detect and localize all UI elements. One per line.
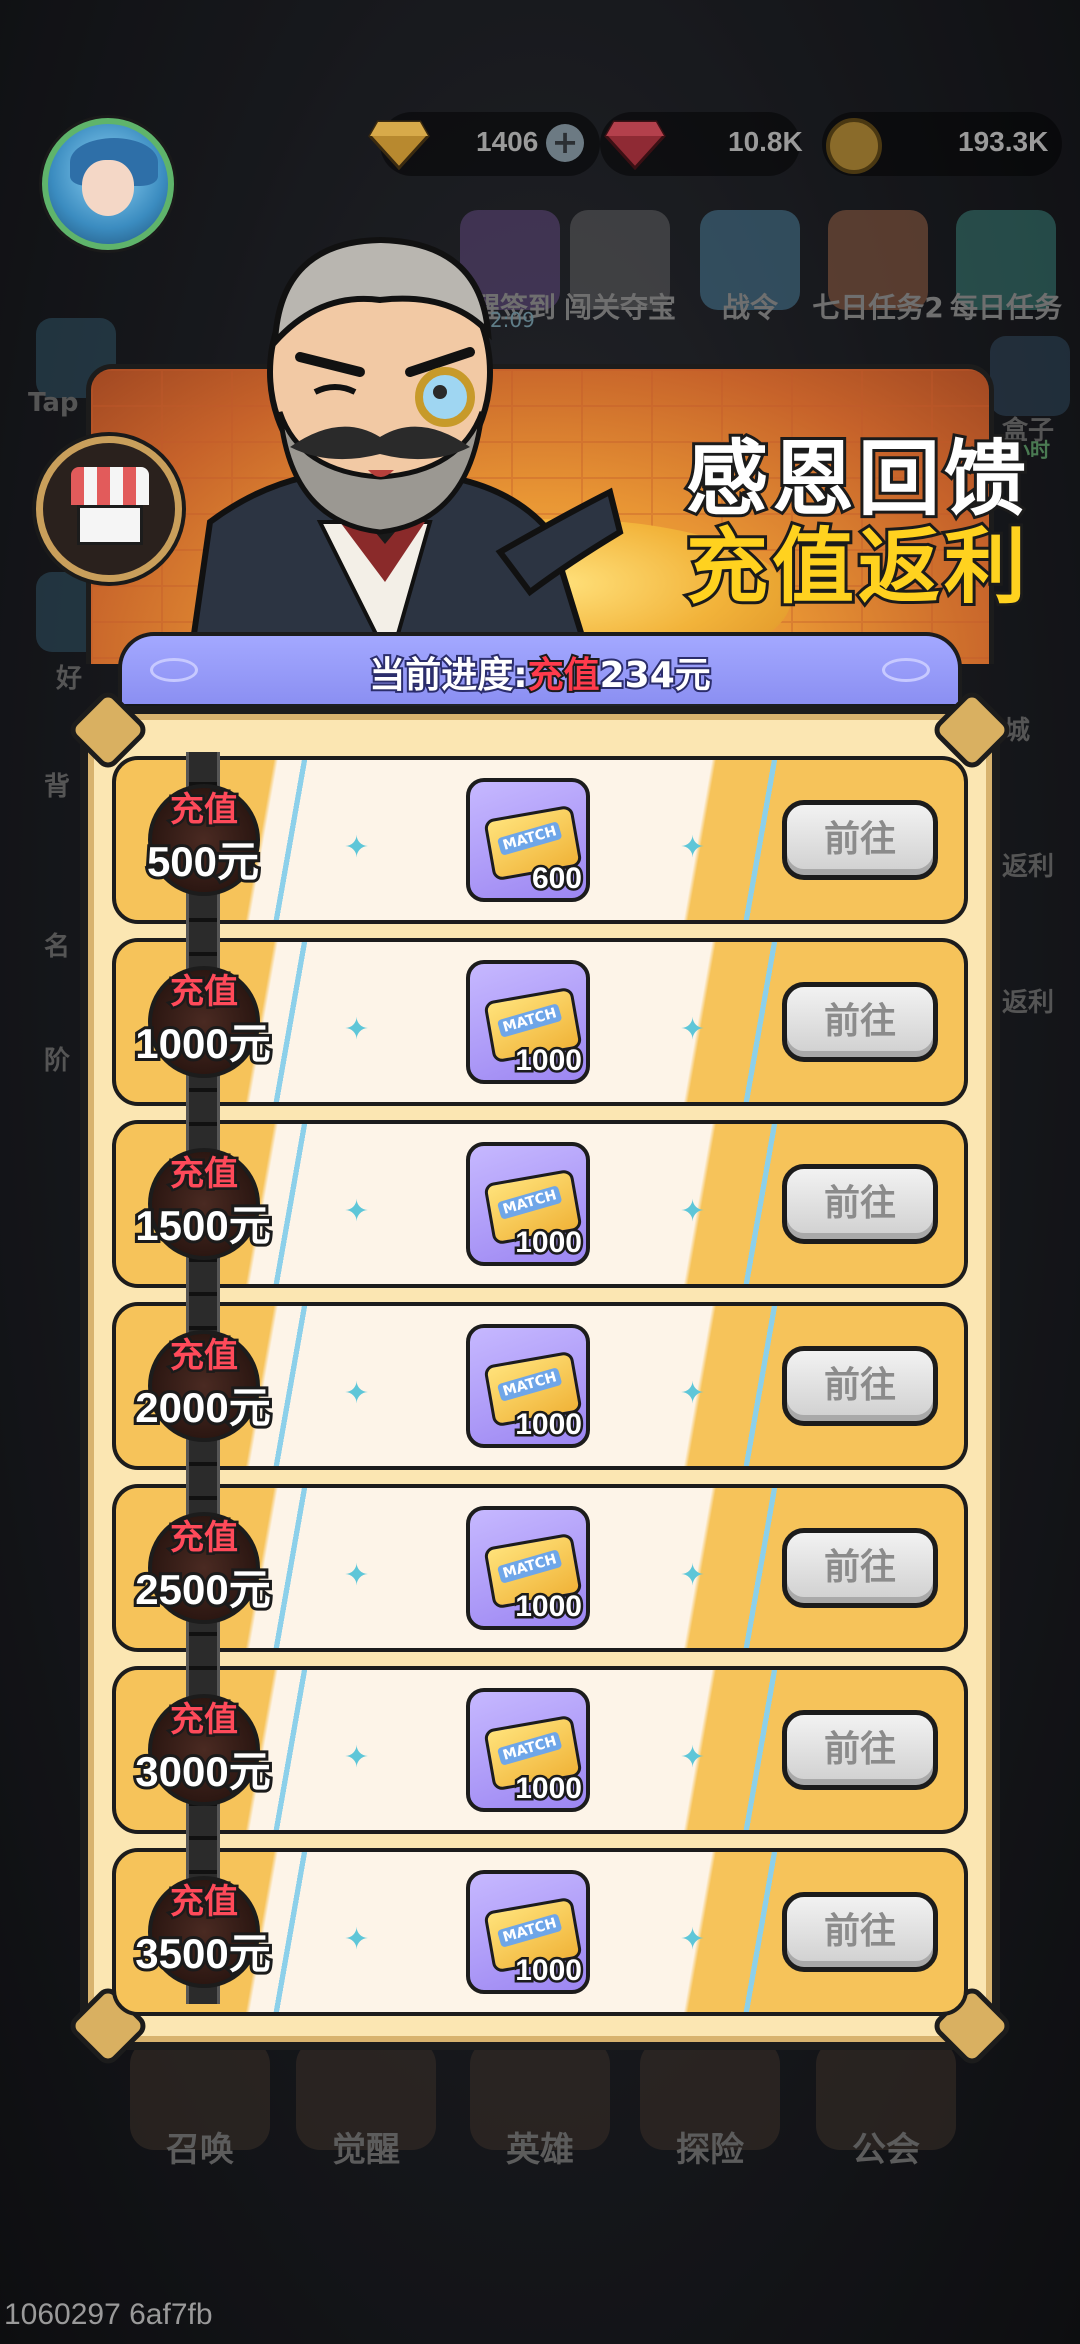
ticket-text: MATCH	[496, 1731, 563, 1766]
reward-ticket-item[interactable]: MATCH 600	[466, 778, 590, 902]
nav-summon-label: 召唤	[166, 2130, 234, 2170]
sparkle-icon: ✦	[344, 1558, 370, 1593]
reward-ticket-item[interactable]: MATCH 1000	[466, 960, 590, 1084]
progress-value: 234元	[598, 653, 713, 698]
tier-label: 充值	[168, 970, 241, 1015]
seven-day-task-label: 七日任务2	[812, 291, 944, 324]
ticket-text: MATCH	[496, 1003, 563, 1038]
reward-quantity: 600	[529, 860, 584, 898]
ticket-text: MATCH	[496, 1913, 563, 1948]
player-avatar[interactable]	[42, 118, 174, 250]
sparkle-icon: ✦	[680, 830, 706, 865]
battle-pass-label: 战令	[721, 291, 778, 324]
red-gem-icon	[604, 120, 666, 170]
sparkle-icon: ✦	[344, 1194, 370, 1229]
gold-gem-count: 1406	[476, 126, 539, 157]
sparkle-icon: ✦	[680, 1740, 706, 1775]
go-button[interactable]: 前往	[782, 800, 938, 880]
go-button[interactable]: 前往	[782, 1346, 938, 1426]
tier-amount: 2500元	[132, 1563, 273, 1616]
tier-amount: 1000元	[132, 1017, 273, 1070]
reward-quantity: 1000	[513, 1952, 585, 1990]
merchant-character	[186, 236, 624, 662]
reward-quantity: 1000	[513, 1224, 585, 1262]
sparkle-icon: ✦	[680, 1194, 706, 1229]
side-right-label-5: 返利	[1002, 988, 1055, 1018]
red-gem-count: 10.8K	[728, 126, 803, 157]
ticket-text: MATCH	[496, 1549, 563, 1584]
tier-label: 充值	[168, 1516, 241, 1561]
tier-label: 充值	[168, 1152, 241, 1197]
reward-ticket-item[interactable]: MATCH 1000	[466, 1506, 590, 1630]
tier-amount: 3500元	[132, 1927, 273, 1980]
side-left-label-3: 背	[44, 772, 71, 802]
tier-amount: 500元	[144, 835, 262, 888]
banner-title-line2: 充值返利	[683, 519, 1030, 616]
ticket-text: MATCH	[496, 1185, 563, 1220]
nav-awaken-label: 觉醒	[332, 2130, 400, 2170]
sparkle-icon: ✦	[344, 1376, 370, 1411]
side-left-label-4: 名	[44, 932, 71, 962]
sparkle-icon: ✦	[680, 1376, 706, 1411]
nav-explore-label: 探险	[676, 2130, 744, 2170]
avatar-face	[82, 160, 134, 216]
reward-ticket-item[interactable]: MATCH 1000	[466, 1142, 590, 1266]
nav-hero-label: 英雄	[506, 2130, 574, 2170]
tier-label: 充值	[168, 1880, 241, 1925]
reward-quantity: 1000	[513, 1042, 585, 1080]
tier-amount: 1500元	[132, 1199, 273, 1252]
side-left-label-2: 好	[56, 664, 83, 694]
tier-label: 充值	[168, 1698, 241, 1743]
ticket-text: MATCH	[496, 1367, 563, 1402]
side-right-label-4: 返利	[1002, 852, 1055, 882]
progress-prefix: 当前进度:	[367, 653, 529, 698]
go-button[interactable]: 前往	[782, 1710, 938, 1790]
progress-highlight: 充值	[526, 653, 602, 698]
side-right-icon-1[interactable]	[990, 336, 1070, 416]
reward-ticket-item[interactable]: MATCH 1000	[466, 1688, 590, 1812]
tier-label: 充值	[168, 788, 241, 833]
go-button[interactable]: 前往	[782, 1528, 938, 1608]
side-left-label-1: Tap	[28, 388, 79, 418]
add-gold-gem-icon[interactable]: +	[546, 124, 584, 162]
shop-stall-icon	[36, 436, 182, 582]
tier-amount: 2000元	[132, 1381, 273, 1434]
go-button[interactable]: 前往	[782, 1164, 938, 1244]
sparkle-icon: ✦	[344, 830, 370, 865]
coin-count: 193.3K	[958, 126, 1049, 157]
side-left-label-5: 阶	[44, 1046, 71, 1076]
build-id: 1060297 6af7fb	[4, 2298, 213, 2331]
sparkle-icon: ✦	[344, 1012, 370, 1047]
sparkle-icon: ✦	[680, 1558, 706, 1593]
tier-label: 充值	[168, 1334, 241, 1379]
gold-gem-icon	[368, 120, 430, 170]
sparkle-icon: ✦	[680, 1012, 706, 1047]
reward-quantity: 1000	[513, 1588, 585, 1626]
reward-quantity: 1000	[513, 1406, 585, 1444]
sparkle-icon: ✦	[344, 1922, 370, 1957]
go-button[interactable]: 前往	[782, 982, 938, 1062]
nav-guild-label: 公会	[852, 2130, 920, 2170]
reward-quantity: 1000	[513, 1770, 585, 1808]
coin-icon	[826, 118, 882, 174]
daily-task-label: 每日任务	[949, 291, 1062, 324]
progress-header: 当前进度:充值234元	[118, 632, 962, 704]
shop-counter	[77, 505, 143, 545]
shop-awning	[71, 467, 149, 505]
ticket-text: MATCH	[496, 821, 563, 856]
progress-text: 当前进度:充值234元	[122, 646, 958, 698]
go-button[interactable]: 前往	[782, 1892, 938, 1972]
sparkle-icon: ✦	[680, 1922, 706, 1957]
reward-ticket-item[interactable]: MATCH 1000	[466, 1870, 590, 1994]
tier-amount: 3000元	[132, 1745, 273, 1798]
sparkle-icon: ✦	[344, 1740, 370, 1775]
reward-ticket-item[interactable]: MATCH 1000	[466, 1324, 590, 1448]
